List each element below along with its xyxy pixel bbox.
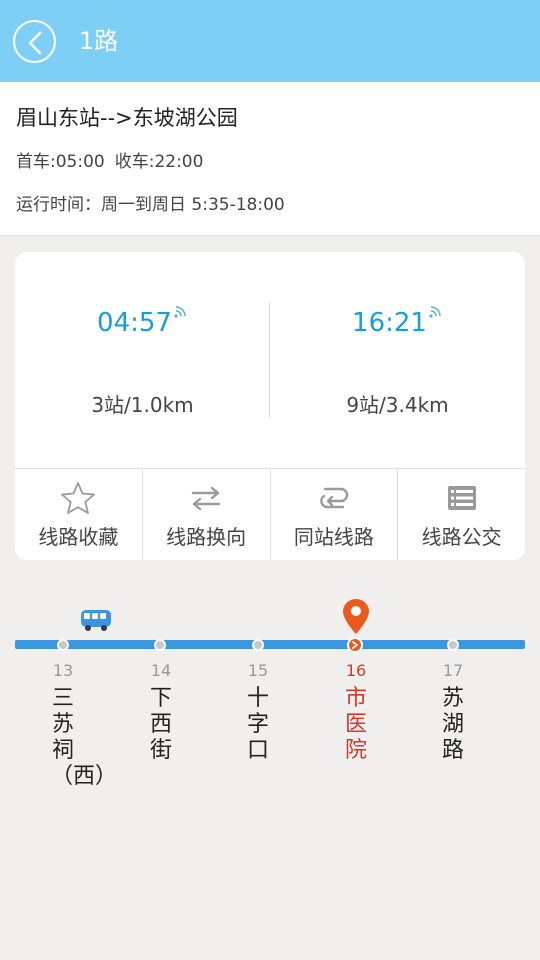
stop-item[interactable]: 15 十字口 [238, 660, 278, 764]
reverse-direction-button[interactable]: 线路换向 [143, 469, 271, 560]
stop-dot [447, 639, 459, 651]
route-buses-button[interactable]: 线路公交 [398, 469, 525, 560]
chevron-right-icon [352, 641, 358, 649]
same-stop-routes-button[interactable]: 同站线路 [271, 469, 399, 560]
stop-item-current[interactable]: 16 市医院 [336, 660, 376, 764]
page-title: 1路 [79, 27, 119, 55]
arrival-time-value: 04:57 [97, 308, 172, 338]
service-hours: 首车:05:00 收车:22:00 [16, 150, 203, 174]
stop-dot [252, 639, 264, 651]
stop-number: 17 [442, 661, 464, 680]
transfer-route-icon [316, 481, 352, 515]
favorite-route-button[interactable]: 线路收藏 [15, 469, 143, 560]
operating-schedule: 运行时间：周一到周日 5:35-18:00 [16, 195, 285, 215]
stop-number: 15 [247, 661, 269, 680]
arrival-distance: 3站/1.0km [91, 393, 194, 417]
arrival-time-value: 16:21 [352, 308, 427, 338]
route-stop-line: 13 三苏祠（西） 14 下西街 15 十字口 16 市医院 17 苏湖路 [0, 580, 540, 880]
realtime-signal-icon [174, 306, 186, 318]
action-label: 同站线路 [293, 525, 374, 549]
arrival-next-bus[interactable]: 04:57 3站/1.0km [15, 252, 270, 468]
list-icon [444, 481, 480, 515]
back-button[interactable] [13, 20, 56, 63]
stop-item[interactable]: 17 苏湖路 [433, 660, 473, 764]
stop-name: 苏湖路 [441, 686, 464, 763]
stop-dot [154, 639, 166, 651]
route-info-panel: 眉山东站-->东坡湖公园 首车:05:00 收车:22:00 运行时间：周一到周日… [0, 82, 540, 236]
arrival-distance: 9站/3.4km [346, 393, 449, 417]
route-direction: 眉山东站-->东坡湖公园 [16, 106, 238, 130]
action-label: 线路收藏 [38, 525, 119, 549]
arrival-following-bus[interactable]: 16:21 9站/3.4km [270, 252, 525, 468]
stop-number: 13 [52, 661, 74, 680]
swap-arrows-icon [188, 481, 224, 515]
stop-number: 16 [345, 661, 367, 680]
arrival-card: 04:57 3站/1.0km 16:21 9站/3.4km 线路收藏 线路换向 … [15, 252, 525, 560]
first-bus-time: 首车:05:00 [16, 152, 105, 172]
realtime-signal-icon [429, 306, 441, 318]
stop-dot [57, 639, 69, 651]
stop-item[interactable]: 14 下西街 [141, 660, 181, 764]
last-bus-time: 收车:22:00 [114, 152, 204, 172]
stop-name: 市医院 [344, 686, 367, 763]
star-icon [60, 481, 96, 515]
stop-item[interactable]: 13 三苏祠（西） [43, 660, 118, 790]
stop-name: 下西街 [149, 686, 172, 763]
stop-name: 十字口 [246, 686, 269, 763]
action-bar: 线路收藏 线路换向 同站线路 线路公交 [15, 469, 525, 560]
bus-icon [81, 610, 111, 631]
arrival-time: 16:21 [270, 306, 525, 340]
arrival-time: 04:57 [15, 306, 270, 340]
current-stop-dot [347, 637, 363, 653]
stop-number: 14 [150, 661, 172, 680]
top-bar: 1路 [0, 0, 540, 82]
current-location-pin-icon [343, 599, 369, 634]
action-label: 线路公交 [421, 525, 502, 549]
action-label: 线路换向 [166, 525, 247, 549]
stop-name: 三苏祠（西） [51, 686, 118, 789]
chevron-left-icon [28, 31, 42, 55]
